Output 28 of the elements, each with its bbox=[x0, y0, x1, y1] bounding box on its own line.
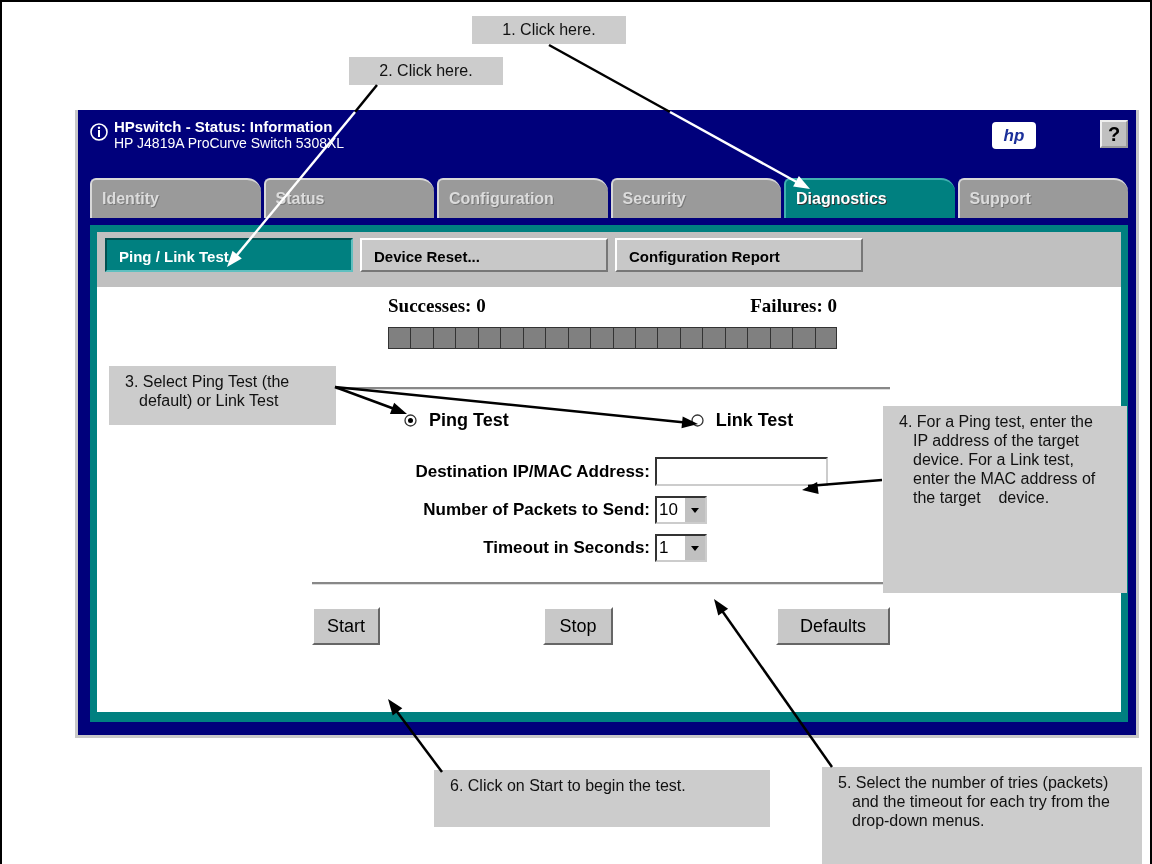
info-icon bbox=[90, 123, 108, 141]
radio-button[interactable] bbox=[404, 414, 417, 427]
radio-label: Link Test bbox=[715, 410, 794, 431]
help-button[interactable]: ? bbox=[1100, 120, 1128, 148]
callout-note: 5. Select the number of tries (packets) and the timeout for each try from the drop-down menus. bbox=[822, 767, 1142, 864]
subtab-button[interactable]: Device Reset... bbox=[360, 238, 608, 272]
field-label: Timeout in Seconds: bbox=[482, 538, 650, 558]
field-label: Destination IP/MAC Address: bbox=[414, 461, 650, 482]
tab[interactable]: Diagnostics bbox=[784, 178, 955, 218]
subtab-button[interactable]: Ping / Link Test bbox=[105, 238, 353, 272]
radio-label: Ping Test bbox=[429, 410, 509, 431]
callout-note: 6. Click on Start to begin the test. bbox=[434, 770, 770, 827]
callout-note: 4. For a Ping test, enter the IP address of the target device. For a Link test, enter the MAC address of the target device. bbox=[883, 406, 1127, 593]
dropdown[interactable]: 10 bbox=[655, 496, 707, 524]
window-title: HPswitch - Status: Information bbox=[114, 119, 334, 135]
callout-note: 1. Click here. bbox=[472, 16, 626, 44]
action-button[interactable]: Stop bbox=[543, 607, 613, 645]
successes-count: Successes: 0 bbox=[388, 295, 486, 317]
action-button[interactable]: Defaults bbox=[776, 607, 890, 645]
callout-note: 2. Click here. bbox=[349, 57, 503, 85]
action-button[interactable]: Start bbox=[312, 607, 380, 645]
field-label: Number of Packets to Send: bbox=[422, 500, 650, 520]
failures-count: Failures: 0 bbox=[750, 295, 837, 317]
dropdown[interactable]: 1 bbox=[655, 534, 707, 562]
address-field[interactable] bbox=[655, 457, 828, 486]
subtab-button[interactable]: Configuration Report bbox=[615, 238, 863, 272]
callout-note: 3. Select Ping Test (the default) or Link Test bbox=[109, 366, 336, 425]
logo: hp bbox=[992, 122, 1036, 149]
